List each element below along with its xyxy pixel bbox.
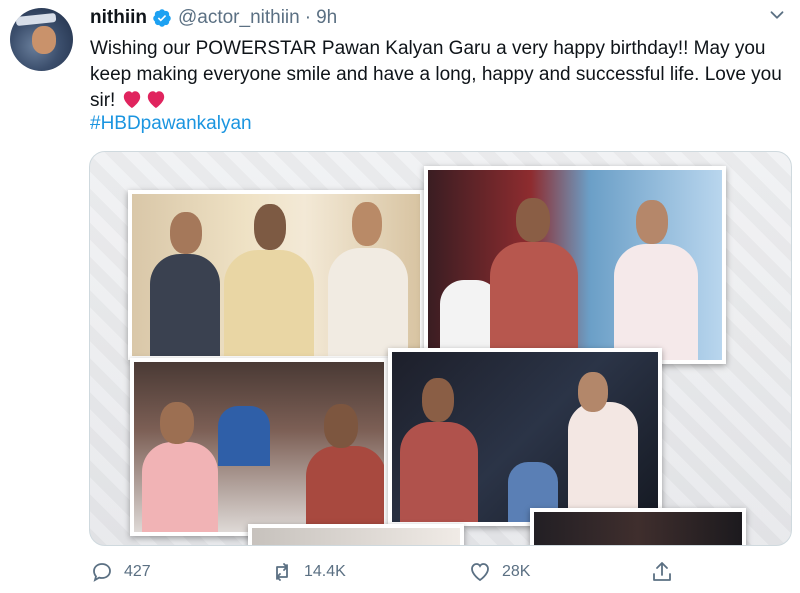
photo-seated[interactable] xyxy=(130,358,388,536)
photo-stage-dark[interactable] xyxy=(388,348,662,526)
red-heart-icon xyxy=(147,91,164,109)
photo-stage-mic[interactable] xyxy=(424,166,726,364)
chevron-down-icon[interactable] xyxy=(766,4,788,26)
photo-group-standing[interactable] xyxy=(128,190,424,360)
share-icon[interactable] xyxy=(650,560,674,584)
share-action[interactable] xyxy=(650,560,674,584)
hearts-group xyxy=(121,89,167,109)
red-heart-icon xyxy=(123,91,140,109)
photo-partial-right[interactable] xyxy=(530,508,746,545)
separator-dot: · xyxy=(304,7,312,28)
like-action[interactable]: 28K xyxy=(468,560,530,584)
reply-icon[interactable] xyxy=(90,560,114,584)
user-handle[interactable]: @actor_nithiin xyxy=(178,7,300,29)
photo-partial-left[interactable] xyxy=(248,524,464,545)
like-count: 28K xyxy=(502,563,531,580)
retweet-icon[interactable] xyxy=(270,560,294,584)
avatar-logo xyxy=(15,12,57,27)
verified-badge-icon xyxy=(153,9,171,27)
profile-avatar[interactable] xyxy=(10,8,73,71)
action-bar: 427 14.4K 28K xyxy=(90,558,790,588)
tweet-header: nithiin @actor_nithiin · 9h xyxy=(90,6,337,30)
retweet-count: 14.4K xyxy=(304,563,346,580)
avatar-face xyxy=(32,26,56,54)
tweet-text: Wishing our POWERSTAR Pawan Kalyan Garu … xyxy=(90,36,790,114)
display-name[interactable]: nithiin xyxy=(90,7,147,29)
retweet-action[interactable]: 14.4K xyxy=(270,560,346,584)
like-icon[interactable] xyxy=(468,560,492,584)
hashtag-link[interactable]: #HBDpawankalyan xyxy=(90,113,252,135)
reply-count: 427 xyxy=(124,563,151,580)
tweet-media[interactable] xyxy=(89,151,792,546)
tweet-body: Wishing our POWERSTAR Pawan Kalyan Garu … xyxy=(90,38,782,111)
reply-action[interactable]: 427 xyxy=(90,560,151,584)
timestamp[interactable]: 9h xyxy=(316,7,337,29)
